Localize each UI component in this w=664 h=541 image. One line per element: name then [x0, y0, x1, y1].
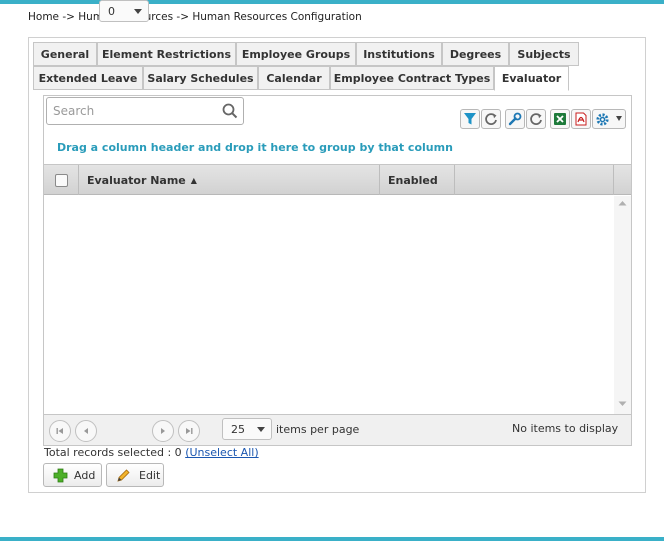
tab-element-restrictions[interactable]: Element Restrictions [97, 42, 236, 66]
group-drop-area[interactable]: Drag a column header and drop it here to… [57, 141, 453, 154]
chevron-down-icon [257, 427, 265, 432]
reset-columns-button[interactable] [526, 109, 546, 129]
search-input[interactable] [47, 98, 217, 124]
tab-employee-contract-types[interactable]: Employee Contract Types [330, 66, 494, 90]
wrench-icon [508, 112, 522, 126]
settings-menu-button[interactable] [592, 109, 626, 129]
chevron-down-icon [134, 9, 142, 14]
column-header-evaluator-name[interactable]: Evaluator Name ▲ [79, 165, 380, 195]
select-all-checkbox[interactable] [54, 173, 68, 187]
next-page-button[interactable] [152, 420, 174, 442]
pencil-icon [117, 468, 130, 482]
tab-extended-leave[interactable]: Extended Leave [33, 66, 143, 90]
grid-body [44, 196, 631, 414]
tab-degrees[interactable]: Degrees [442, 42, 509, 66]
plus-icon [53, 468, 68, 482]
first-page-button[interactable] [49, 420, 71, 442]
column-header-filler [455, 165, 614, 195]
previous-page-icon [84, 428, 88, 434]
tab-subjects[interactable]: Subjects [509, 42, 579, 66]
edit-button[interactable]: Edit [106, 463, 164, 487]
vertical-scrollbar[interactable] [614, 196, 631, 414]
breadcrumb: Home -> Human Resources -> Human Resourc… [28, 11, 362, 23]
filter-icon [464, 113, 476, 125]
gear-icon [596, 112, 609, 126]
bottom-accent-bar [0, 537, 664, 541]
chevron-down-icon [616, 116, 622, 121]
column-label: Enabled [388, 173, 438, 187]
page-number-value: 0 [108, 4, 115, 18]
column-label: Evaluator Name [87, 173, 186, 187]
grid-header: Evaluator Name ▲ Enabled [44, 164, 631, 195]
header-select-cell [44, 165, 79, 195]
add-button[interactable]: Add [43, 463, 102, 487]
pager-status: No items to display [512, 422, 619, 435]
excel-icon [554, 113, 566, 125]
page-size-value: 25 [231, 422, 245, 436]
next-page-icon [161, 428, 165, 434]
tab-employee-groups[interactable]: Employee Groups [236, 42, 356, 66]
items-per-page-label: items per page [276, 423, 360, 436]
edit-button-label: Edit [139, 468, 161, 482]
column-header-enabled[interactable]: Enabled [380, 165, 455, 195]
unselect-all-link[interactable]: (Unselect All) [185, 446, 258, 459]
add-button-label: Add [74, 468, 96, 482]
tab-salary-schedules[interactable]: Salary Schedules [143, 66, 258, 90]
export-excel-button[interactable] [550, 109, 570, 129]
tab-institutions[interactable]: Institutions [356, 42, 442, 66]
refresh-icon [485, 113, 497, 125]
page-number-select[interactable]: 0 [99, 0, 149, 22]
selection-count: Total records selected : 0 [44, 446, 182, 459]
last-page-icon [186, 428, 193, 434]
search-box [46, 97, 244, 125]
first-page-icon [56, 428, 63, 434]
last-page-button[interactable] [178, 420, 200, 442]
refresh-icon [530, 113, 542, 125]
tab-evaluator[interactable]: Evaluator [494, 66, 569, 91]
tab-calendar[interactable]: Calendar [258, 66, 330, 90]
search-icon[interactable] [222, 103, 238, 119]
page-size-select[interactable]: 25 [222, 418, 272, 440]
filter-button[interactable] [460, 109, 480, 129]
pdf-icon [575, 112, 587, 126]
clear-filter-button[interactable] [481, 109, 501, 129]
selection-summary: Total records selected : 0 (Unselect All… [44, 446, 259, 459]
customize-columns-button[interactable] [505, 109, 525, 129]
scroll-up-icon[interactable] [618, 200, 627, 206]
previous-page-button[interactable] [75, 420, 97, 442]
scroll-down-icon[interactable] [618, 401, 627, 407]
tab-general[interactable]: General [33, 42, 97, 66]
export-pdf-button[interactable] [571, 109, 591, 129]
sort-ascending-icon: ▲ [190, 175, 197, 185]
